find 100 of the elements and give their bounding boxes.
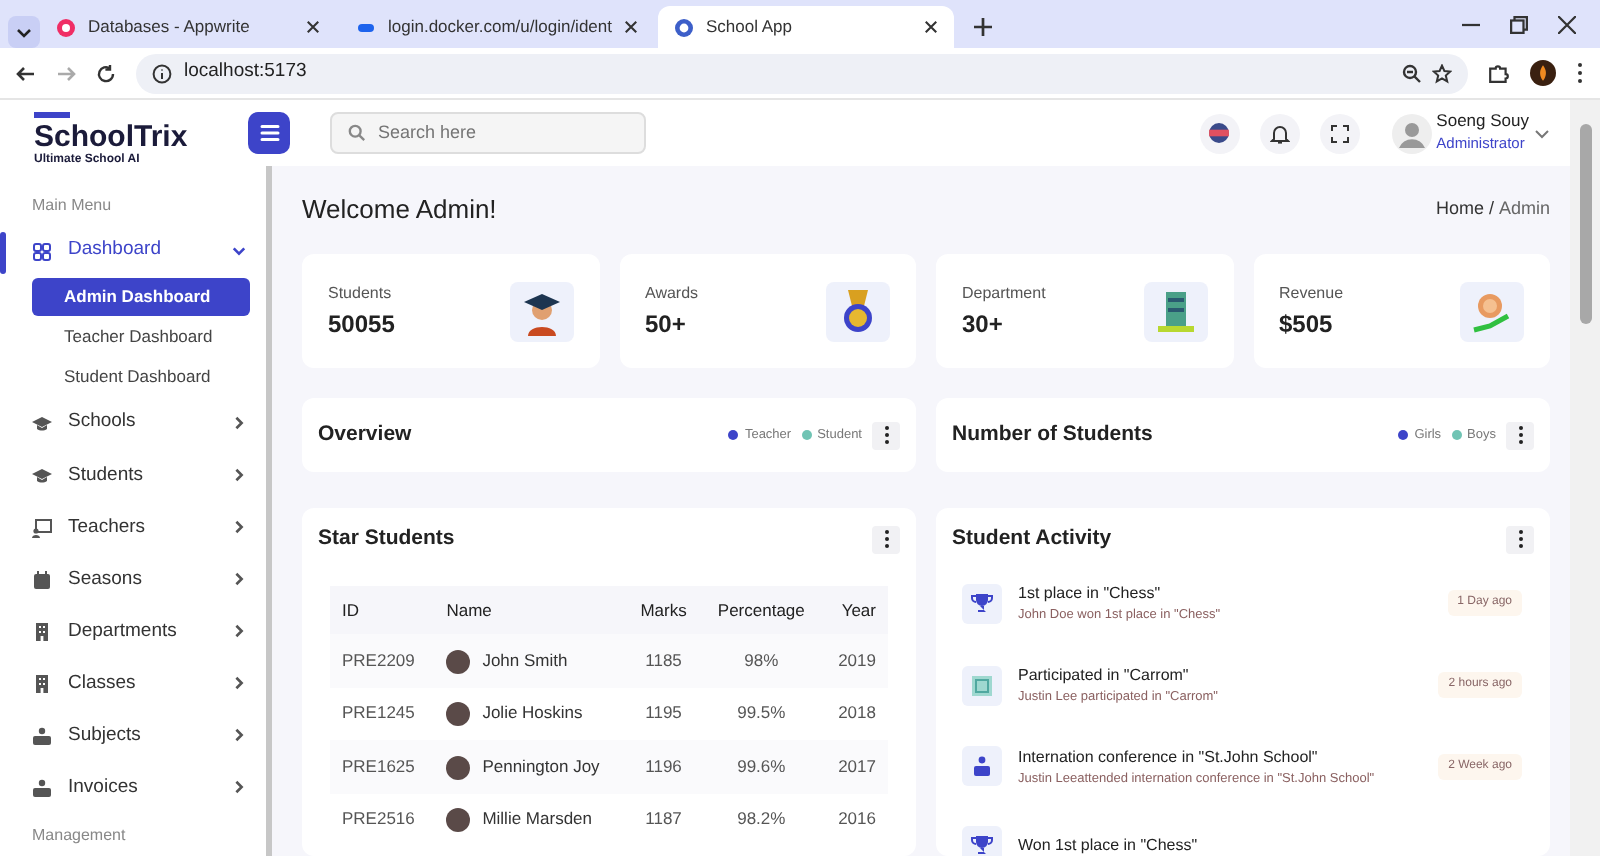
breadcrumb-link[interactable]: Home [1435, 196, 1484, 224]
close-icon[interactable] [306, 20, 320, 34]
address-bar[interactable]: localhost:5173 [136, 53, 1468, 93]
card-title: Star Students [318, 523, 455, 554]
sidebar-item[interactable]: Schools [0, 397, 266, 450]
submenu-item[interactable]: Student Dashboard [32, 357, 250, 396]
table-cell: PRE2209 [330, 634, 435, 687]
student-name: Pennington Joy [482, 755, 600, 776]
close-icon[interactable] [1558, 15, 1576, 33]
fullscreen-icon [1329, 123, 1350, 143]
column-header: ID [330, 586, 435, 634]
activity-title: 1st place in "Chess" [1018, 582, 1163, 606]
sidebar-item[interactable]: Invoices [0, 761, 266, 814]
table-cell: 2019 [821, 634, 888, 687]
avatar-icon [446, 649, 471, 674]
chevron-right-icon [232, 572, 246, 587]
more-button[interactable] [872, 421, 900, 449]
table-cell: 1187 [625, 793, 702, 846]
card-title: Student Activity [952, 523, 1112, 554]
avatar-icon [1391, 113, 1432, 153]
sidebar-item[interactable]: Seasons [0, 553, 266, 606]
calendar-icon [32, 569, 52, 590]
submenu-item[interactable]: Admin Dashboard [32, 277, 250, 316]
menu-button[interactable] [248, 112, 290, 154]
address-text: localhost:5173 [184, 58, 307, 87]
sidebar-item[interactable]: Teachers [0, 501, 266, 554]
panel-title: Overview [318, 419, 412, 450]
language-button[interactable] [1199, 113, 1240, 153]
zoom-icon[interactable] [1402, 63, 1422, 83]
panel-title: Number of Students [952, 419, 1153, 450]
close-icon[interactable] [624, 20, 638, 34]
browser-tab[interactable]: School App [658, 6, 954, 48]
sidebar-item[interactable]: Dashboard [0, 225, 266, 278]
chevron-right-icon [232, 728, 246, 743]
avatar-icon [446, 755, 471, 780]
info-icon[interactable] [152, 63, 172, 83]
people-icon [970, 754, 994, 779]
graduation-cap-icon [32, 465, 52, 486]
search-box[interactable]: Search here [330, 112, 646, 154]
menu-section-title: Main Menu [30, 193, 114, 218]
notification-button[interactable] [1259, 113, 1300, 153]
table-cell: 1195 [625, 687, 702, 740]
stat-value: 50055 [328, 307, 395, 341]
new-tab-icon[interactable] [974, 18, 992, 36]
activity-title: Won 1st place in "Chess" [1018, 834, 1198, 856]
menu-icon [259, 124, 279, 142]
building-icon [32, 673, 52, 694]
stat-value: 30+ [962, 307, 1005, 341]
stat-label: Department [962, 281, 1046, 305]
more-button[interactable] [1506, 525, 1534, 553]
chevron-right-icon [232, 780, 246, 795]
sidebar-item[interactable]: Subjects [0, 709, 266, 762]
sidebar-item[interactable]: Students [0, 449, 266, 502]
search-field[interactable]: Search here [378, 119, 618, 147]
more-icon [1517, 530, 1523, 548]
puzzle-icon[interactable] [1488, 62, 1510, 84]
graduation-cap-icon [32, 413, 52, 434]
profile-icon[interactable] [1530, 60, 1556, 86]
user-name: Soeng Souy [1436, 112, 1529, 132]
table-cell: 98% [701, 634, 822, 687]
table-cell: PRE1245 [330, 687, 435, 740]
chalkboard-icon [32, 517, 52, 538]
sidebar-item[interactable]: Classes [0, 657, 266, 710]
restore-icon[interactable] [1510, 15, 1528, 33]
trophy-icon [970, 591, 994, 616]
avatar-icon [446, 702, 471, 727]
column-header: Name [434, 586, 626, 634]
appwrite-favicon-icon [56, 17, 76, 37]
trophy-icon [970, 834, 994, 856]
chevron-right-icon [232, 520, 246, 535]
stat-value: $505 [1279, 307, 1335, 341]
more-icon [1517, 426, 1523, 444]
back-icon[interactable] [16, 63, 36, 83]
chevron-down-icon [232, 244, 246, 259]
chevron-right-icon [232, 468, 246, 483]
submenu-item[interactable]: Teacher Dashboard [32, 317, 250, 356]
stat-label: Revenue [1279, 281, 1344, 305]
scrollbar-thumb[interactable] [1579, 124, 1591, 324]
more-button[interactable] [1506, 421, 1534, 449]
menu-section-title: Management [30, 823, 128, 848]
close-icon[interactable] [924, 20, 938, 34]
breadcrumb-current: Admin [1498, 196, 1550, 223]
sidebar-item[interactable]: Departments [0, 605, 266, 658]
star-icon[interactable] [1432, 63, 1452, 83]
board-icon [970, 673, 994, 698]
stat-value: 50+ [645, 307, 688, 341]
tab-list-icon[interactable] [8, 16, 40, 48]
fullscreen-button[interactable] [1319, 113, 1360, 153]
table-cell: 2018 [821, 687, 888, 740]
chevron-down-icon[interactable] [1534, 125, 1550, 141]
people-icon [32, 777, 52, 798]
people-icon [32, 725, 52, 746]
reload-icon[interactable] [96, 63, 116, 83]
column-header: Year [821, 586, 888, 634]
more-button[interactable] [872, 525, 900, 553]
browser-tab[interactable]: Databases - Appwrite [40, 6, 336, 48]
column-header: Percentage [701, 586, 822, 634]
more-icon[interactable] [1576, 62, 1584, 84]
table-cell: 1185 [625, 634, 702, 687]
browser-tab[interactable]: login.docker.com/u/login/ident [340, 6, 654, 48]
